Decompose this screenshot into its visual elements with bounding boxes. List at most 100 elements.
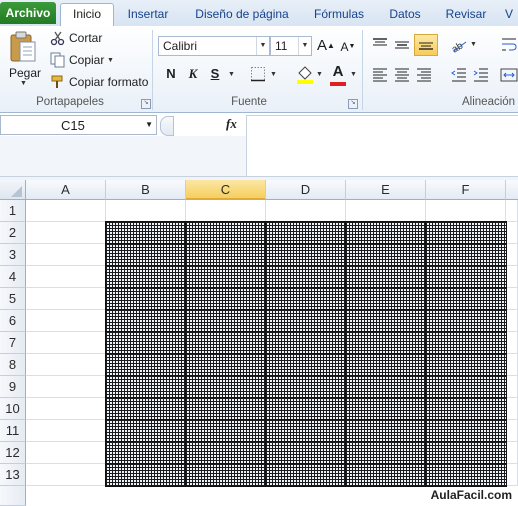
bordered-cell[interactable] [105,375,187,399]
underline-dropdown-icon[interactable]: ▼ [228,71,235,78]
column-header-f[interactable]: F [426,180,506,200]
grid-cell[interactable] [426,200,506,222]
row-header[interactable]: 13 [0,464,26,486]
row-header[interactable]: 9 [0,376,26,398]
italic-button[interactable]: K [183,64,203,84]
row-header[interactable]: 8 [0,354,26,376]
bordered-cell[interactable] [105,463,187,487]
paste-label[interactable]: Pegar [9,66,41,80]
name-box[interactable]: C15 ▼ [0,115,157,135]
grid-cell[interactable] [506,200,518,222]
grid-cell[interactable] [506,354,518,376]
grid-cell[interactable] [186,200,266,222]
grid-cell[interactable] [26,222,106,244]
copy-label[interactable]: Copiar [69,53,104,67]
copy-dropdown-icon[interactable]: ▼ [107,57,114,64]
bordered-cell[interactable] [425,353,507,377]
row-header-partial[interactable] [0,486,26,506]
tab-datos[interactable]: Datos [380,4,430,26]
align-center-icon[interactable] [393,66,411,84]
bordered-cell[interactable] [105,265,187,289]
row-header[interactable]: 6 [0,310,26,332]
bordered-cell[interactable] [185,331,267,355]
tab-vista[interactable]: V [500,4,518,26]
grid-cell[interactable] [506,288,518,310]
bordered-cell[interactable] [425,287,507,311]
grid-cell[interactable] [26,310,106,332]
column-header-d[interactable]: D [266,180,346,200]
row-header[interactable]: 5 [0,288,26,310]
grid-cell[interactable] [26,332,106,354]
grow-font-button[interactable]: A▲ [316,36,336,56]
column-header-e[interactable]: E [346,180,426,200]
bordered-cell[interactable] [265,397,347,421]
row-header[interactable]: 7 [0,332,26,354]
chevron-down-icon[interactable]: ▼ [145,120,153,129]
bordered-cell[interactable] [185,463,267,487]
grid-cell[interactable] [26,288,106,310]
merge-center-icon[interactable] [500,66,518,84]
bordered-cell[interactable] [425,441,507,465]
bordered-cell[interactable] [185,441,267,465]
grid-cell[interactable] [506,332,518,354]
font-launcher-icon[interactable]: ↘ [348,99,358,109]
bordered-cell[interactable] [185,309,267,333]
grid-cell[interactable] [26,376,106,398]
column-header-a[interactable]: A [26,180,106,200]
bordered-cell[interactable] [265,309,347,333]
bordered-cell[interactable] [105,221,187,245]
bordered-cell[interactable] [425,463,507,487]
align-right-icon[interactable] [415,66,433,84]
formula-input[interactable] [246,115,518,176]
font-color-dropdown-icon[interactable]: ▼ [350,71,357,78]
grid-cell[interactable] [506,266,518,288]
formula-bar-resize-handle[interactable] [160,116,174,136]
bordered-cell[interactable] [425,331,507,355]
select-all-corner[interactable] [0,180,26,200]
bordered-cell[interactable] [185,243,267,267]
format-painter-label[interactable]: Copiar formato [69,75,148,89]
wrap-text-icon[interactable] [500,34,518,56]
tab-diseno-pagina[interactable]: Diseño de página [186,4,298,26]
bordered-cell[interactable] [265,353,347,377]
bordered-cell[interactable] [425,397,507,421]
font-size-combo[interactable]: 11 ▼ [270,36,312,56]
fill-color-icon[interactable] [296,64,314,84]
text-orientation-icon[interactable]: ab [450,36,470,56]
bordered-cell[interactable] [265,441,347,465]
row-header[interactable]: 11 [0,420,26,442]
grid-cell[interactable] [26,200,106,222]
increase-indent-icon[interactable] [472,66,490,84]
column-header-b[interactable]: B [106,180,186,200]
bordered-cell[interactable] [185,375,267,399]
bordered-cell[interactable] [345,353,427,377]
cut-label[interactable]: Cortar [69,31,102,45]
tab-revisar[interactable]: Revisar [440,4,492,26]
insert-function-icon[interactable]: fx [226,116,237,132]
chevron-down-icon[interactable]: ▼ [256,37,269,55]
shrink-font-button[interactable]: A▼ [338,37,358,57]
row-header[interactable]: 1 [0,200,26,222]
borders-dropdown-icon[interactable]: ▼ [270,71,277,78]
row-header[interactable]: 12 [0,442,26,464]
row-header[interactable]: 4 [0,266,26,288]
grid-cell[interactable] [26,266,106,288]
decrease-indent-icon[interactable] [450,66,468,84]
bordered-cell[interactable] [345,397,427,421]
bordered-cell[interactable] [105,397,187,421]
tab-inicio[interactable]: Inicio [60,3,114,26]
grid-cell[interactable] [506,376,518,398]
align-top-icon[interactable] [371,36,389,54]
row-header[interactable]: 2 [0,222,26,244]
bordered-cell[interactable] [345,463,427,487]
chevron-down-icon[interactable]: ▼ [298,37,311,55]
bordered-cell[interactable] [185,419,267,443]
clipboard-launcher-icon[interactable]: ↘ [141,99,151,109]
bordered-cell[interactable] [265,463,347,487]
grid-cell[interactable] [506,420,518,442]
bordered-cell[interactable] [345,309,427,333]
bordered-cell[interactable] [185,287,267,311]
bordered-cell[interactable] [265,243,347,267]
paste-dropdown-icon[interactable]: ▼ [20,80,27,87]
copy-icon[interactable] [50,52,66,68]
